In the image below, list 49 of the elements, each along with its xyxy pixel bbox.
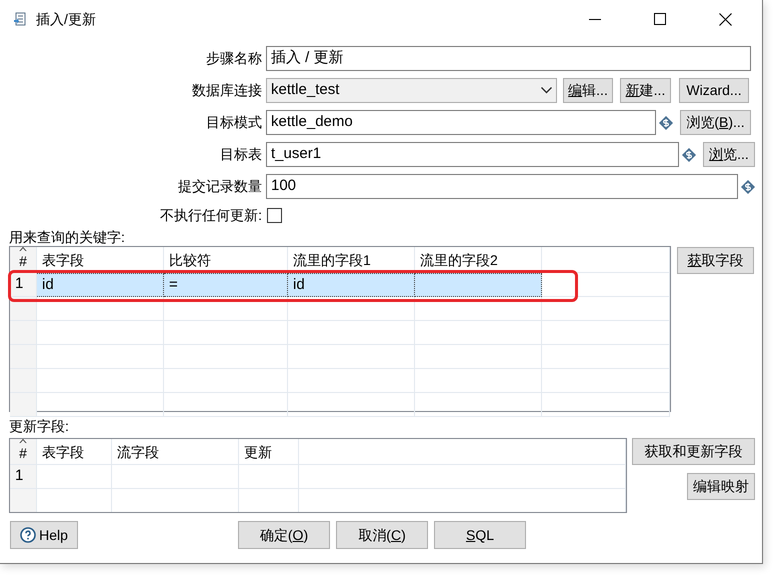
window-title: 插入/更新: [36, 10, 96, 28]
button[interactable]: Wizard...: [679, 78, 749, 103]
help-icon: [20, 527, 36, 543]
column-header[interactable]: 流字段: [112, 439, 239, 465]
field-label: 不执行任何更新:: [159, 206, 263, 224]
input-field[interactable]: kettle_demo: [266, 110, 656, 135]
table-cell: id: [37, 273, 164, 297]
table-cell: =: [164, 273, 288, 297]
input-field[interactable]: 插入 / 更新: [266, 46, 751, 71]
chevron-icon: [541, 86, 552, 94]
help-button[interactable]: Help: [10, 521, 78, 549]
input-field[interactable]: t_user1: [266, 142, 679, 167]
sort-icon: [19, 247, 27, 251]
column-header[interactable]: 表字段: [37, 439, 112, 465]
field-label: 目标模式: [205, 113, 263, 132]
column-header: #: [19, 444, 27, 463]
button[interactable]: 获取字段: [677, 247, 754, 274]
variable-icon[interactable]: [741, 180, 755, 194]
button[interactable]: 编辑...: [563, 78, 613, 103]
input-field[interactable]: 100: [266, 174, 738, 199]
section-label: 用来查询的关键字:: [8, 228, 126, 246]
table-cell: [239, 465, 299, 489]
checkbox[interactable]: [267, 208, 282, 222]
section-label: 更新字段:: [8, 417, 70, 435]
field-label: 数据库连接: [191, 81, 263, 100]
button[interactable]: SQL: [434, 521, 526, 549]
button[interactable]: 浏览(B)...: [680, 110, 751, 135]
button[interactable]: 编辑映射: [687, 473, 755, 500]
button[interactable]: 新建...: [620, 78, 671, 103]
column-header[interactable]: 更新: [239, 439, 299, 465]
table-cell: id: [288, 273, 415, 297]
button[interactable]: 确定(O): [238, 521, 330, 549]
button[interactable]: 获取和更新字段: [632, 438, 755, 465]
dropdown[interactable]: kettle_test: [266, 78, 557, 103]
button[interactable]: 浏览...: [703, 142, 755, 167]
button[interactable]: 取消(C): [336, 521, 428, 549]
field-label: 步骤名称: [205, 49, 263, 68]
column-header: #: [19, 252, 27, 271]
app-icon: [14, 11, 28, 27]
field-label: 目标表: [219, 145, 263, 164]
row-number: 1: [10, 465, 37, 489]
field-label: 提交记录数量: [177, 177, 263, 196]
row-number: 1: [10, 273, 37, 297]
maximize-icon: [654, 13, 666, 25]
minimize-icon: [589, 19, 601, 20]
variable-icon[interactable]: [659, 116, 673, 130]
close-icon: [718, 12, 732, 26]
sort-icon: [19, 439, 27, 443]
variable-icon[interactable]: [682, 148, 696, 162]
